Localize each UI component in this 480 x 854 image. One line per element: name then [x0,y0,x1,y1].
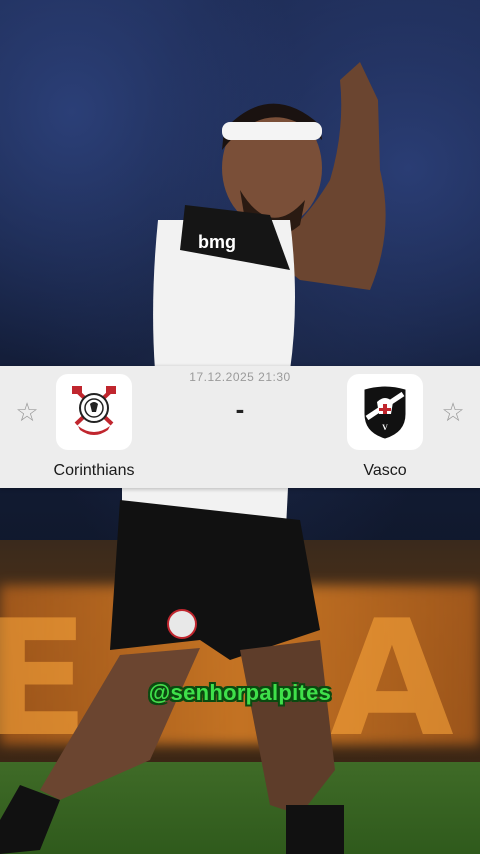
svg-text:V: V [382,423,388,432]
shorts [110,500,320,660]
shorts-crest-icon [167,609,197,639]
away-team-logo[interactable]: V [347,374,423,450]
vasco-crest-icon: V [364,386,406,439]
headband [222,122,322,140]
shirt-sponsor: bmg [198,232,236,252]
match-card[interactable]: 17.12.2025 21:30 ☆ - V ☆ Corinthians Vas… [0,366,480,488]
home-team-name[interactable]: Corinthians [34,462,154,480]
favorite-away-star-icon[interactable]: ☆ [439,398,467,426]
watermark-handle: @senhorpalpites [148,680,332,705]
away-team-name[interactable]: Vasco [325,462,445,480]
